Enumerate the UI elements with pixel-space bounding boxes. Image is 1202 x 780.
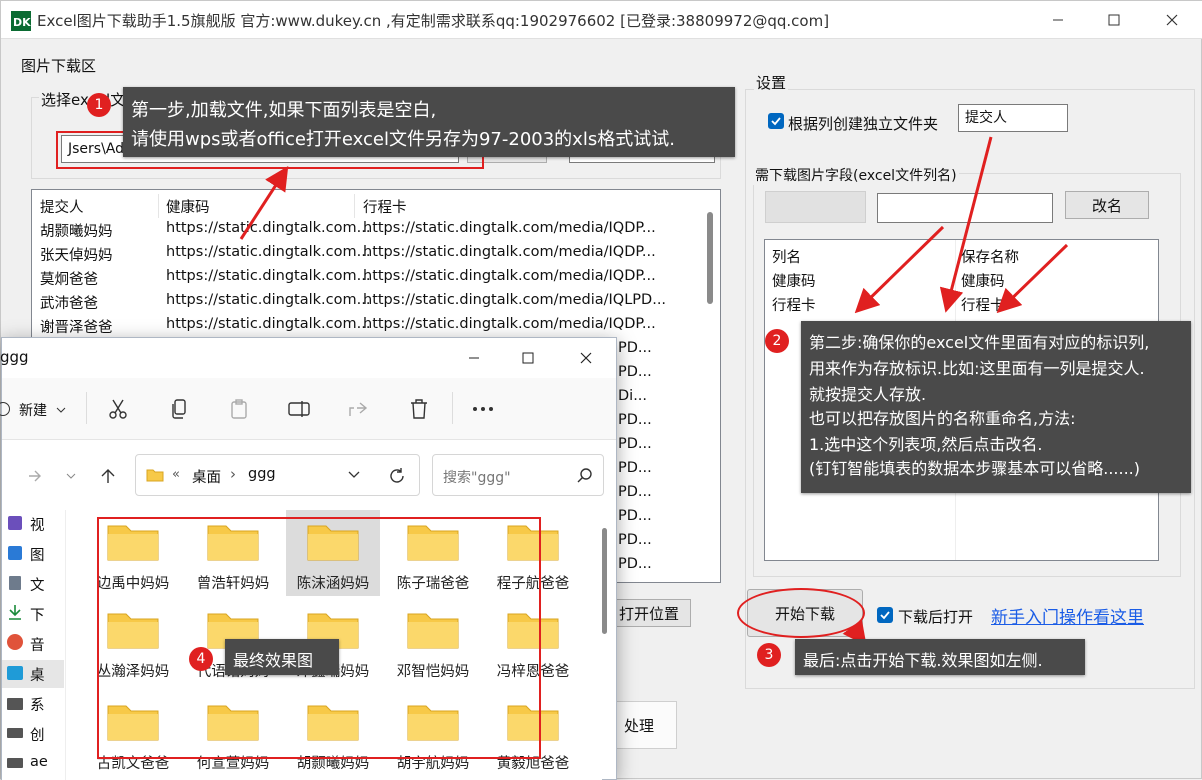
step1-note: 第一步,加载文件,如果下面列表是空白, 请使用wps或者office打开exce… (123, 87, 735, 157)
step2-note: 第二步:确保你的excel文件里面有对应的标识列, 用来作为存放标识.比如:这里… (801, 321, 1191, 493)
toolbar-divider (452, 392, 453, 424)
forward-arrow-icon[interactable] (28, 470, 42, 482)
breadcrumb-separator: › (230, 465, 236, 483)
breadcrumb-prefix: « (172, 467, 180, 482)
system-drive-icon (7, 698, 23, 710)
drive-icon (7, 758, 23, 768)
minimize-icon (469, 357, 479, 359)
music-icon (7, 634, 23, 650)
nav-item-desktop[interactable]: 桌 (30, 664, 45, 685)
nav-item-pictures[interactable]: 图 (30, 544, 45, 565)
videos-icon (8, 516, 22, 530)
new-plus-icon (0, 402, 10, 416)
drive-icon (7, 728, 23, 738)
chevron-down-icon[interactable] (348, 471, 360, 479)
documents-icon (9, 576, 21, 590)
chevron-down-icon (56, 407, 66, 413)
step3-badge: 3 (757, 643, 781, 667)
up-arrow-icon[interactable] (100, 468, 116, 484)
delete-icon[interactable] (410, 398, 428, 420)
explorer-scrollbar[interactable] (602, 528, 607, 634)
search-placeholder: 搜索"ggg" (443, 470, 511, 486)
breadcrumb-item[interactable]: ggg (248, 466, 276, 482)
explorer-minimize-button[interactable] (460, 346, 488, 370)
breadcrumb-item[interactable]: 桌面 (192, 466, 221, 487)
start-highlight-ellipse (737, 588, 865, 638)
step2-line: 就按提交人存放. (809, 385, 927, 404)
nav-item-videos[interactable]: 视 (30, 514, 45, 535)
address-bar[interactable]: « 桌面 › ggg (135, 454, 420, 496)
search-icon (577, 468, 592, 483)
nav-item-documents[interactable]: 文 (30, 574, 45, 595)
folder-icon (146, 469, 164, 482)
step1-badge: 1 (87, 93, 111, 117)
step4-badge: 4 (189, 647, 213, 671)
recent-chevron-icon[interactable] (66, 472, 76, 480)
step2-line: 1.选中这个列表项,然后点击改名. (809, 435, 1043, 454)
maximize-icon (522, 352, 534, 364)
step4-note: 最终效果图 (225, 639, 339, 675)
explorer-address-row: « 桌面 › ggg 搜索"ggg" (2, 440, 616, 510)
step1-line2: 请使用wps或者office打开excel文件另存为97-2003的xls格式试… (131, 129, 675, 150)
explorer-close-button[interactable] (572, 346, 600, 370)
close-icon (580, 352, 592, 364)
nav-item-ae[interactable]: ae (30, 754, 48, 770)
nav-item-create[interactable]: 创 (30, 724, 45, 745)
step2-line: 第二步:确保你的excel文件里面有对应的标识列, (809, 333, 1150, 352)
paste-icon[interactable] (230, 398, 248, 420)
step3-text: 最后:点击开始下载.效果图如左侧. (803, 651, 1043, 670)
more-options-icon[interactable] (472, 406, 494, 412)
nav-item-music[interactable]: 音 (30, 634, 45, 655)
step2-line: (钉钉智能填表的数据本步骤基本可以省略......) (809, 459, 1141, 478)
copy-icon[interactable] (170, 398, 188, 420)
result-highlight-box (97, 517, 541, 759)
explorer-titlebar: ggg (0, 338, 616, 378)
share-icon[interactable] (348, 400, 368, 418)
step2-line: 用来作为存放标识.比如:这里面有一列是提交人. (809, 359, 1145, 378)
nav-item-downloads[interactable]: 下 (30, 604, 45, 625)
excel-image-downloader-window: DK Excel图片下载助手1.5旗舰版 官方:www.dukey.cn ,有定… (0, 0, 1202, 780)
explorer-title: ggg (0, 348, 29, 366)
downloads-icon (9, 605, 21, 620)
step1-line1: 第一步,加载文件,如果下面列表是空白, (131, 100, 437, 121)
rename-icon[interactable] (288, 400, 310, 418)
step2-line: 也可以把存放图片的名称重命名,方法: (809, 409, 1076, 428)
desktop-icon (7, 666, 23, 680)
explorer-maximize-button[interactable] (514, 346, 542, 370)
toolbar-divider (86, 392, 87, 424)
search-box[interactable]: 搜索"ggg" (432, 454, 604, 496)
nav-item-system[interactable]: 系 (30, 694, 45, 715)
explorer-command-bar: 新建 (0, 378, 616, 440)
cut-icon[interactable] (108, 398, 128, 420)
step2-badge: 2 (765, 329, 789, 353)
refresh-icon[interactable] (388, 467, 406, 485)
step3-note: 最后:点击开始下载.效果图如左侧. (795, 639, 1085, 675)
step4-text: 最终效果图 (233, 651, 314, 670)
new-button[interactable]: 新建 (19, 400, 47, 420)
pictures-icon (8, 546, 22, 560)
explorer-nav-pane: 视 图 文 下 音 桌 系 创 ae (2, 510, 66, 780)
